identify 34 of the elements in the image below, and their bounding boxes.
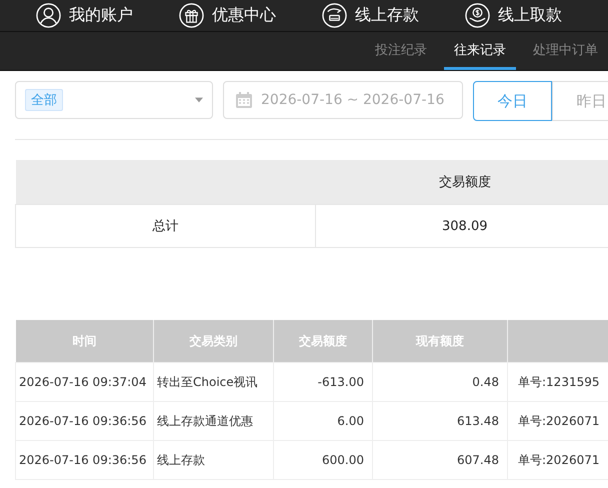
table-cell: 607.48 [372, 440, 508, 480]
nav-link[interactable]: 线上取款 [465, 0, 608, 31]
column-header: 交易额度 [315, 160, 608, 204]
nav-link[interactable]: 优惠中心 [179, 0, 322, 31]
table-cell: 2026-07-16 09:36:56 [16, 440, 154, 480]
tab[interactable]: 投注纪录 [365, 32, 437, 70]
date-preset-button[interactable]: 昨日 [552, 81, 608, 121]
date-preset-button[interactable]: 今日 [473, 81, 552, 121]
nav-link[interactable]: 我的账户 [36, 0, 179, 31]
selected-tag: 全部 [25, 89, 63, 111]
tab[interactable]: 处理中订单 [523, 32, 608, 70]
tab[interactable]: 往来记录 [444, 32, 516, 70]
table-cell: 0.48 [372, 362, 508, 402]
table-cell: 6.00 [274, 402, 372, 440]
table-cell: 2026-07-16 09:37:04 [16, 362, 154, 402]
table-cell: 线上存款通道优惠 [154, 402, 274, 440]
type-select[interactable]: 全部 [15, 81, 213, 119]
gift-icon [179, 3, 204, 28]
hand-coin-icon [465, 3, 490, 28]
calendar-icon [236, 92, 252, 108]
table-cell: 308.09 [315, 204, 608, 248]
table-cell: 转出至Choice视讯 [154, 362, 274, 402]
table-cell: -613.00 [274, 362, 372, 402]
user-icon [36, 3, 61, 28]
table-cell: 600.00 [274, 440, 372, 480]
table-cell: 总计 [16, 204, 315, 248]
table-cell: 2026-07-16 09:36:56 [16, 402, 154, 440]
caret-icon [195, 97, 203, 103]
hand-card-icon [322, 3, 347, 28]
table-cell: 613.48 [372, 402, 508, 440]
nav-link[interactable]: 线上存款 [322, 0, 465, 31]
table-cell: 单号:1231595 [508, 362, 608, 402]
table-cell: 线上存款 [154, 440, 274, 480]
date-range-field[interactable]: 2026-07-16 ~ 2026-07-16 [223, 81, 463, 119]
